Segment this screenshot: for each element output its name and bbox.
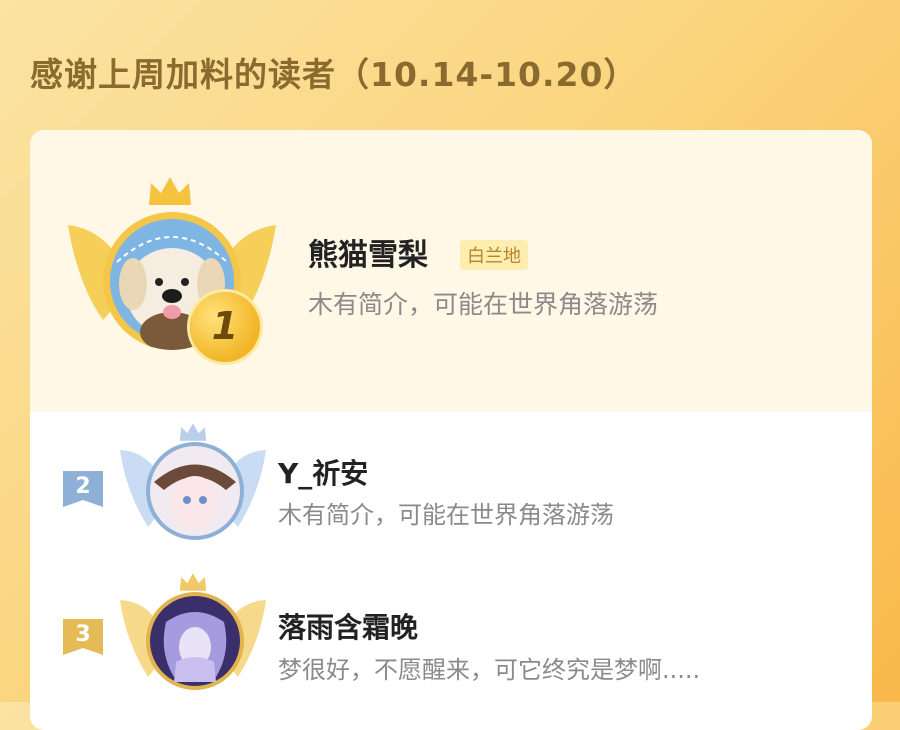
- leaderboard-row-1[interactable]: 1 熊猫雪梨 白兰地 木有简介，可能在世界角落游荡: [30, 130, 872, 412]
- avatar: [146, 592, 244, 690]
- reader-name: Y_祈安: [278, 457, 369, 490]
- leaderboard-row-3[interactable]: 3 落雨含霜晚 梦很好，不愿醒来，可它终究是梦啊.....: [30, 572, 872, 730]
- leaderboard-card: 1 熊猫雪梨 白兰地 木有简介，可能在世界角落游荡 2 Y_祈安 木有简介，可能…: [30, 130, 872, 730]
- rank-badge: 2: [60, 467, 106, 513]
- reader-name: 落雨含霜晚: [278, 611, 419, 644]
- reader-bio: 木有简介，可能在世界角落游荡: [278, 501, 614, 529]
- reader-bio: 梦很好，不愿醒来，可它终究是梦啊.....: [278, 656, 701, 684]
- rank-badge: 3: [60, 615, 106, 661]
- reader-bio: 木有简介，可能在世界角落游荡: [308, 290, 659, 319]
- crown-icon: [179, 573, 207, 591]
- page-title: 感谢上周加料的读者（10.14-10.20）: [30, 55, 638, 94]
- level-badge: 白兰地: [460, 240, 528, 270]
- avatar: [146, 442, 244, 540]
- crown-icon: [149, 177, 191, 205]
- rank-badge: 1: [190, 292, 260, 362]
- crown-icon: [179, 423, 207, 441]
- leaderboard-row-2[interactable]: 2 Y_祈安 木有简介，可能在世界角落游荡: [30, 412, 872, 572]
- reader-name: 熊猫雪梨: [308, 238, 428, 273]
